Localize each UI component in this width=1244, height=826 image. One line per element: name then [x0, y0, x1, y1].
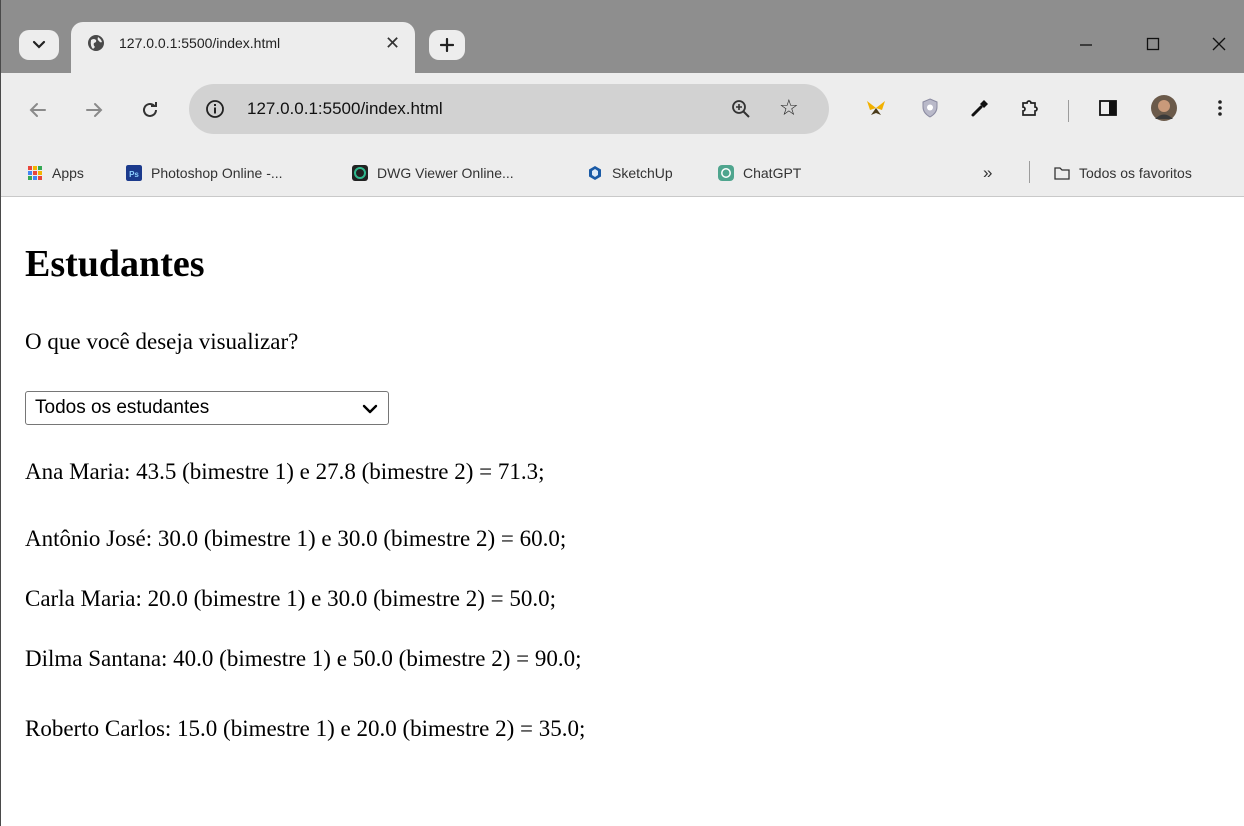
sketchup-icon [589, 166, 601, 180]
student-line: Dilma Santana: 40.0 (bimestre 1) e 50.0 … [25, 646, 582, 671]
browser-menu-button[interactable] [1207, 94, 1233, 122]
extension-shield[interactable] [917, 94, 943, 122]
minimize-icon [1080, 44, 1092, 46]
tab-strip: 127.0.0.1:5500/index.html ✕ [1, 0, 1244, 73]
dwg-viewer-icon [352, 165, 368, 181]
page-title: Estudantes [25, 243, 205, 285]
kebab-menu-icon [1218, 100, 1222, 116]
tab-search-button[interactable] [19, 30, 59, 60]
avatar [1151, 95, 1177, 121]
puzzle-icon [1022, 100, 1038, 116]
address-bar[interactable]: 127.0.0.1:5500/index.html ☆ [189, 84, 829, 134]
bookmark-label: ChatGPT [743, 165, 802, 181]
view-select[interactable]: Todos os estudantes [25, 391, 389, 425]
forward-arrow-icon [86, 103, 103, 117]
browser-window: 127.0.0.1:5500/index.html ✕ 127.0.0.1:55… [0, 0, 1244, 826]
close-window-button[interactable] [1205, 30, 1233, 58]
select-value: Todos os estudantes [35, 397, 210, 418]
folder-icon [1054, 167, 1070, 180]
shield-extension-icon [922, 98, 938, 118]
student-line: Antônio José: 30.0 (bimestre 1) e 30.0 (… [25, 526, 567, 551]
minimize-button[interactable] [1072, 30, 1100, 58]
maximize-icon [1146, 37, 1160, 51]
active-tab[interactable]: 127.0.0.1:5500/index.html ✕ [71, 22, 415, 73]
bookmark-label: Todos os favoritos [1079, 165, 1192, 181]
bookmarks-bar: Apps Ps Photoshop Online -... DWG Viewer… [1, 149, 1244, 197]
new-tab-button[interactable] [429, 30, 465, 60]
maximize-button[interactable] [1139, 30, 1167, 58]
overflow-chevrons-icon: » [983, 163, 993, 182]
photoshop-icon: Ps [126, 165, 142, 181]
toolbar-divider [1068, 100, 1069, 122]
extensions-button[interactable] [1017, 94, 1043, 122]
eyedropper-icon [971, 100, 988, 117]
bookmarks-divider [1029, 161, 1030, 183]
bookmark-photoshop[interactable]: Ps Photoshop Online -... [126, 162, 283, 184]
chatgpt-icon [718, 165, 734, 181]
extension-colorpicker[interactable] [967, 94, 993, 122]
side-panel-icon [1099, 100, 1117, 116]
butterfly-extension-icon [867, 101, 885, 115]
bookmark-dwg-viewer[interactable]: DWG Viewer Online... [352, 162, 514, 184]
bookmarks-overflow-button[interactable]: » [983, 162, 992, 184]
forward-button[interactable] [81, 96, 107, 124]
bookmark-label: SketchUp [612, 165, 673, 181]
bookmark-sketchup[interactable]: SketchUp [587, 162, 673, 184]
student-line: Roberto Carlos: 15.0 (bimestre 1) e 20.0… [25, 716, 586, 741]
side-panel-button[interactable] [1095, 94, 1121, 122]
apps-grid-icon [28, 166, 42, 180]
back-arrow-icon [29, 103, 46, 117]
tab-close-icon[interactable]: ✕ [385, 33, 400, 53]
student-line: Carla Maria: 20.0 (bimestre 1) e 30.0 (b… [25, 586, 556, 611]
view-prompt: O que você deseja visualizar? [25, 329, 299, 354]
reload-button[interactable] [137, 96, 163, 124]
globe-icon [88, 35, 104, 51]
back-button[interactable] [25, 96, 51, 124]
bookmark-chatgpt[interactable]: ChatGPT [718, 162, 801, 184]
svg-text:Ps: Ps [129, 170, 139, 179]
bookmark-star-icon[interactable]: ☆ [779, 95, 799, 121]
bookmark-apps[interactable]: Apps [27, 162, 84, 184]
zoom-icon[interactable] [729, 97, 753, 121]
plus-icon [440, 38, 454, 52]
student-line: Ana Maria: 43.5 (bimestre 1) e 27.8 (bim… [25, 459, 545, 484]
close-icon [1212, 37, 1226, 51]
address-bar-url[interactable]: 127.0.0.1:5500/index.html [247, 99, 443, 119]
bookmark-label: Apps [52, 165, 84, 181]
chevron-down-icon [362, 404, 378, 414]
site-info-icon[interactable] [205, 99, 225, 119]
profile-button[interactable] [1151, 94, 1177, 122]
extension-butterfly[interactable] [863, 94, 889, 122]
bookmark-label: DWG Viewer Online... [377, 165, 514, 181]
chevron-down-icon [32, 40, 46, 49]
bookmark-label: Photoshop Online -... [151, 165, 283, 181]
tab-title: 127.0.0.1:5500/index.html [119, 35, 281, 51]
all-bookmarks-folder[interactable]: Todos os favoritos [1054, 162, 1192, 184]
reload-icon [143, 102, 157, 117]
